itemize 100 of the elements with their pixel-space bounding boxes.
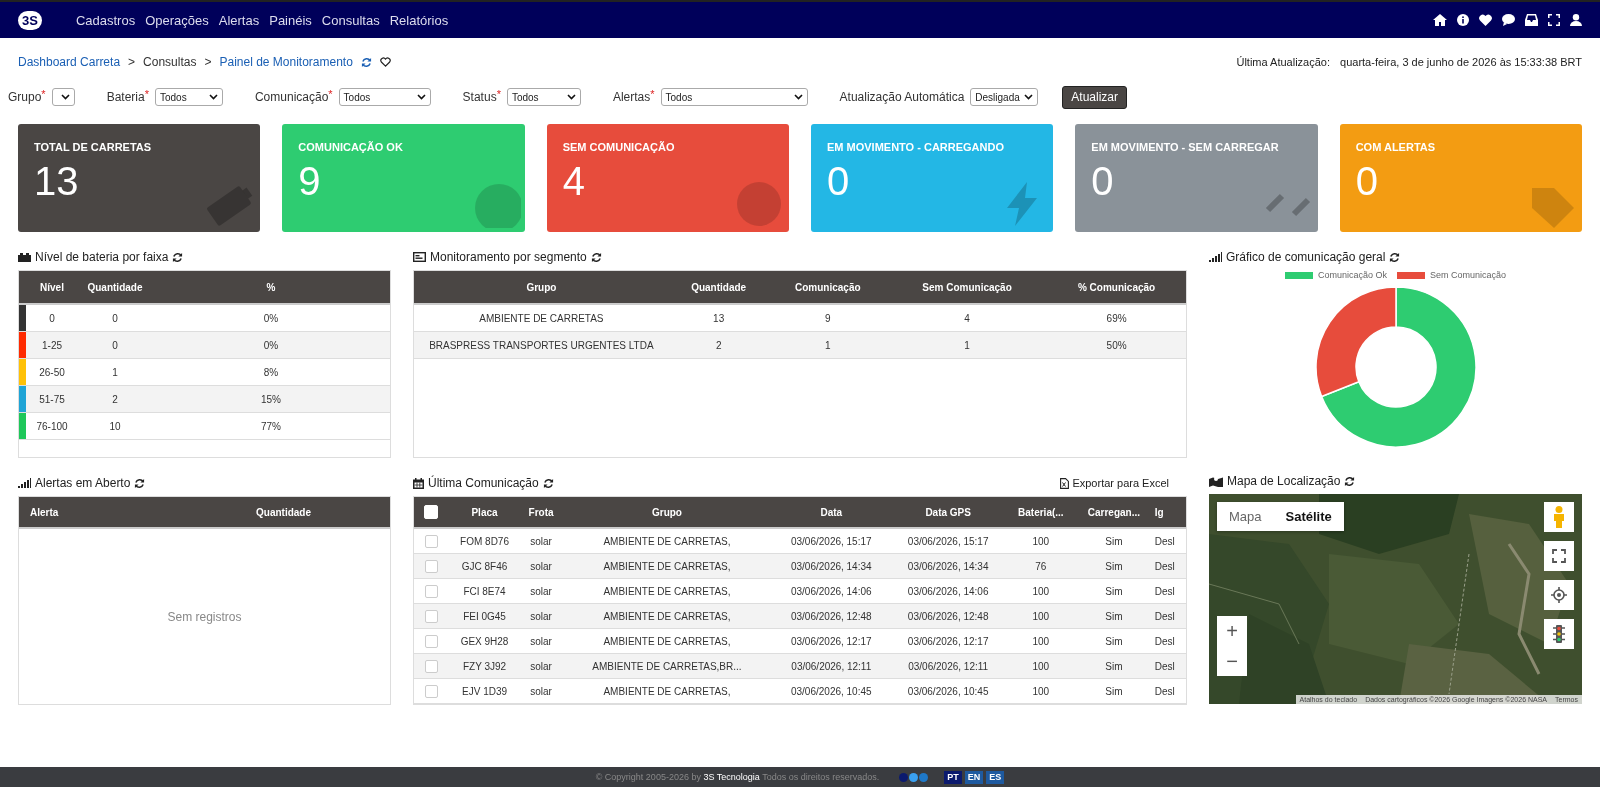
column-header: % Comunicação [1077, 281, 1156, 293]
user-icon[interactable] [1570, 14, 1582, 26]
table-cell: 15% [261, 393, 281, 405]
column-header[interactable]: Data GPS [925, 506, 971, 518]
panel-title: Última Comunicação [428, 476, 539, 490]
refresh-icon[interactable] [590, 251, 602, 263]
nav-menu-item[interactable]: Alertas [218, 12, 260, 28]
table-cell: 76-100 [36, 420, 68, 432]
required-mark: * [41, 88, 46, 100]
breadcrumb-item: Consultas [143, 55, 197, 69]
table-cell: 1 [825, 339, 831, 351]
nav-menu-item[interactable]: Relatórios [389, 12, 449, 28]
table-cell: AMBIENTE DE CARRETAS, [603, 585, 731, 597]
battery-icon [18, 252, 31, 262]
panel-title: Gráfico de comunicação geral [1226, 250, 1386, 264]
filter-select[interactable] [51, 88, 75, 106]
nav-menu-item[interactable]: Cadastros [75, 12, 136, 28]
info-icon[interactable] [1457, 14, 1469, 26]
inbox-icon[interactable] [1525, 14, 1538, 26]
refresh-icon[interactable] [1389, 251, 1401, 263]
table-cell: solar [530, 560, 552, 572]
table-cell: AMBIENTE DE CARRETAS, [603, 635, 731, 647]
breadcrumb-link[interactable]: Painel de Monitoramento [219, 55, 353, 69]
table-cell: solar [530, 660, 552, 672]
language-button[interactable]: EN [964, 770, 984, 784]
nav-menu-item[interactable]: Painéis [269, 12, 312, 28]
column-header[interactable]: Data [820, 506, 843, 518]
nav-menu-item[interactable]: Operações [145, 12, 209, 28]
locate-button[interactable] [1544, 580, 1574, 610]
nav-menu-item[interactable]: Consultas [321, 12, 380, 28]
theme-dot[interactable] [909, 772, 919, 782]
language-button[interactable]: ES [986, 770, 1005, 784]
table-cell: 03/06/2026, 12:17 [907, 635, 989, 647]
row-checkbox[interactable] [424, 634, 438, 648]
fullscreen-icon[interactable] [1548, 14, 1560, 26]
column-header[interactable]: Ig [1154, 506, 1164, 518]
column-header: Nível [40, 281, 64, 293]
refresh-icon[interactable] [172, 251, 184, 263]
table-cell: 03/06/2026, 12:48 [790, 610, 872, 622]
card-value: 4 [562, 159, 585, 203]
required-mark: * [496, 88, 501, 100]
caret-icon [1024, 94, 1034, 100]
table-cell: 03/06/2026, 15:17 [790, 535, 872, 547]
refresh-icon[interactable] [542, 477, 554, 489]
table-cell: 4 [964, 312, 970, 324]
table-cell: 03/06/2026, 12:17 [790, 635, 872, 647]
table-cell: 0% [263, 312, 279, 324]
breadcrumb-link[interactable]: Dashboard Carreta [18, 55, 121, 69]
logo[interactable]: 3S [18, 10, 42, 30]
fullscreen-button[interactable] [1544, 541, 1574, 571]
theme-dot[interactable] [919, 772, 929, 782]
language-button[interactable]: PT [944, 770, 962, 784]
filter-select[interactable]: Todos [660, 88, 808, 106]
table-cell: FZY 3J92 [462, 660, 507, 672]
caret-icon [208, 94, 218, 100]
heart-icon[interactable] [1479, 14, 1492, 26]
table-cell: solar [530, 635, 552, 647]
refresh-icon[interactable] [134, 477, 146, 489]
select-all-checkbox[interactable] [424, 505, 438, 519]
table-cell: 10 [109, 420, 121, 432]
filter-select[interactable]: Desligada [970, 88, 1039, 106]
filter-select[interactable]: Todos [506, 88, 581, 106]
row-checkbox[interactable] [424, 659, 438, 673]
legend-swatch [1397, 271, 1425, 279]
required-mark: * [650, 88, 655, 100]
table-cell: 0 [112, 339, 118, 351]
table-cell: 26-50 [39, 366, 65, 378]
table-cell: Desl [1154, 610, 1175, 622]
panel-title: Mapa de Localização [1227, 474, 1341, 488]
filter-label: Status [462, 90, 497, 104]
filter-select[interactable]: Todos [154, 88, 223, 106]
chat-icon[interactable] [1502, 14, 1515, 26]
export-excel-link[interactable]: Exportar para Excel [1060, 477, 1169, 489]
breadcrumb-separator: > [204, 55, 212, 69]
refresh-icon[interactable] [1344, 475, 1356, 487]
column-header: Comunicação [795, 281, 861, 293]
column-header: Grupo [526, 281, 557, 293]
row-checkbox[interactable] [424, 684, 438, 698]
theme-dot[interactable] [899, 772, 909, 782]
row-checkbox[interactable] [424, 534, 438, 548]
card-title: EM MOVIMENTO - CARREGANDO [827, 141, 1004, 153]
row-checkbox[interactable] [424, 559, 438, 573]
filter-select[interactable]: Todos [338, 88, 431, 106]
column-header[interactable]: Grupo [651, 506, 682, 518]
map-type-button[interactable]: Mapa [1217, 502, 1274, 531]
table-cell: Desl [1154, 585, 1175, 597]
row-checkbox[interactable] [424, 609, 438, 623]
table-cell: 2 [112, 393, 118, 405]
table-cell: 03/06/2026, 15:17 [907, 535, 989, 547]
home-icon[interactable] [1433, 14, 1447, 26]
column-header[interactable]: Placa [471, 506, 498, 518]
traffic-button[interactable] [1544, 619, 1574, 649]
update-button[interactable]: Atualizar [1062, 85, 1127, 109]
filter-label: Bateria [106, 90, 145, 104]
table-cell: 9 [825, 312, 831, 324]
last-update-label: Última Atualização: [1236, 56, 1331, 68]
refresh-icon[interactable] [360, 56, 372, 68]
map-type-button[interactable]: Satélite [1273, 502, 1344, 531]
heart-outline-icon[interactable] [379, 57, 391, 67]
row-checkbox[interactable] [424, 584, 438, 598]
